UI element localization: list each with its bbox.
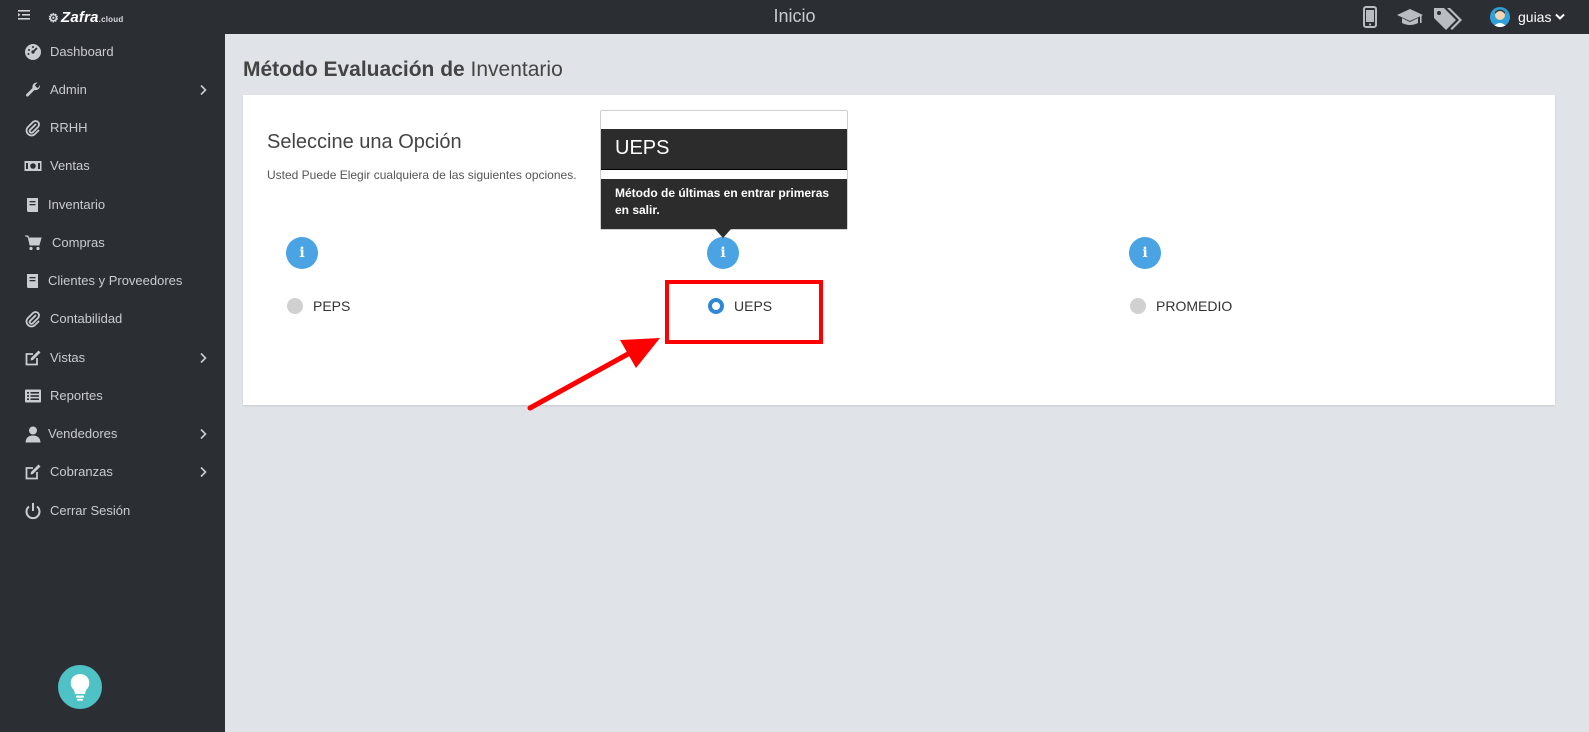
popover-title: UEPS — [601, 129, 847, 170]
chevron-right-icon — [200, 352, 207, 364]
sidebar-item-label: Contabilidad — [50, 311, 123, 326]
info-icon-promedio[interactable]: i — [1129, 237, 1161, 269]
logo-suffix: .cloud — [98, 15, 124, 24]
logo-gear-icon: ⚙ — [48, 11, 59, 25]
chevron-down-icon — [1555, 13, 1565, 20]
edit-icon — [25, 464, 41, 480]
ueps-popover: UEPS Método de últimas en entrar primera… — [600, 110, 848, 238]
sidebar-item-dashboard[interactable]: Dashboard — [0, 34, 225, 70]
sidebar-item-label: Cobranzas — [50, 464, 113, 479]
list-icon — [25, 389, 41, 403]
app-logo[interactable]: ⚙ Zafra.cloud — [48, 9, 123, 26]
menu-toggle-icon[interactable] — [16, 7, 32, 23]
user-name: guias — [1518, 9, 1552, 25]
sidebar-item-label: Admin — [50, 82, 87, 97]
sidebar-item-admin[interactable]: Admin — [0, 72, 225, 108]
paperclip-icon — [25, 120, 40, 137]
graduation-cap-icon[interactable] — [1396, 6, 1424, 28]
radio-label: UEPS — [734, 298, 773, 314]
popover-arrow — [715, 229, 731, 238]
user-icon — [25, 426, 41, 443]
sidebar-item-inventario[interactable]: Inventario — [0, 187, 225, 223]
options-card: Seleccine una Opción Usted Puede Elegir … — [243, 95, 1555, 405]
power-icon — [25, 503, 41, 520]
radio-label: PEPS — [313, 298, 351, 314]
sidebar-item-label: Compras — [52, 235, 105, 250]
tags-icon[interactable] — [1432, 6, 1462, 30]
radio-label: PROMEDIO — [1156, 298, 1233, 314]
info-icon-ueps[interactable]: i — [707, 237, 739, 269]
sidebar-item-clientes-proveedores[interactable]: Clientes y Proveedores — [0, 263, 225, 299]
top-bar: ⚙ Zafra.cloud Inicio guias — [0, 0, 1589, 34]
chevron-right-icon — [200, 428, 207, 440]
book-icon — [27, 274, 38, 288]
sidebar: Dashboard Admin RRHH Ventas Inventario C… — [0, 34, 225, 732]
logo-text: Zafra — [60, 9, 99, 26]
avatar — [1490, 7, 1510, 27]
sidebar-item-label: RRHH — [50, 120, 88, 135]
chevron-right-icon — [200, 466, 207, 478]
sidebar-item-cobranzas[interactable]: Cobranzas — [0, 454, 225, 490]
mobile-icon[interactable] — [1362, 6, 1378, 28]
page-title-light: Inventario — [470, 58, 563, 81]
section-subtitle: Usted Puede Elegir cualquiera de las sig… — [267, 168, 577, 182]
page-title-bold: Método Evaluación de — [243, 58, 465, 81]
avatar-person-icon — [1493, 9, 1507, 27]
info-icon-peps[interactable]: i — [286, 237, 318, 269]
dashboard-icon — [25, 44, 41, 60]
sidebar-item-reportes[interactable]: Reportes — [0, 378, 225, 414]
sidebar-item-label: Ventas — [50, 158, 90, 173]
sidebar-item-label: Vendedores — [48, 426, 118, 441]
sidebar-item-contabilidad[interactable]: Contabilidad — [0, 301, 225, 337]
sidebar-item-vistas[interactable]: Vistas — [0, 340, 225, 376]
radio-button-checked[interactable] — [708, 298, 724, 314]
chevron-right-icon — [200, 84, 207, 96]
book-icon — [27, 198, 38, 212]
sidebar-item-label: Reportes — [50, 388, 103, 403]
popover-body: Método de últimas en entrar primeras en … — [601, 179, 847, 229]
sidebar-item-label: Inventario — [48, 197, 106, 212]
sidebar-item-label: Clientes y Proveedores — [48, 273, 183, 288]
lightbulb-icon — [70, 673, 90, 701]
radio-button[interactable] — [1130, 298, 1146, 314]
sidebar-item-label: Vistas — [50, 350, 86, 365]
sidebar-item-label: Cerrar Sesión — [50, 503, 131, 518]
help-lightbulb-button[interactable] — [58, 665, 102, 709]
sidebar-item-vendedores[interactable]: Vendedores — [0, 416, 225, 452]
edit-icon — [25, 350, 41, 366]
sidebar-item-rrhh[interactable]: RRHH — [0, 110, 225, 146]
sidebar-item-ventas[interactable]: Ventas — [0, 148, 225, 184]
wrench-icon — [25, 82, 41, 97]
sidebar-item-cerrar-sesion[interactable]: Cerrar Sesión — [0, 493, 225, 529]
cart-icon — [25, 235, 42, 251]
paperclip-icon — [25, 311, 40, 328]
sidebar-item-label: Dashboard — [50, 44, 114, 59]
page-header-title: Inicio — [773, 6, 816, 26]
section-title: Seleccine una Opción — [267, 131, 462, 153]
money-icon — [24, 161, 42, 171]
sidebar-item-compras[interactable]: Compras — [0, 225, 225, 261]
radio-button[interactable] — [287, 298, 303, 314]
page-title: Método Evaluación de Inventario — [243, 58, 563, 82]
